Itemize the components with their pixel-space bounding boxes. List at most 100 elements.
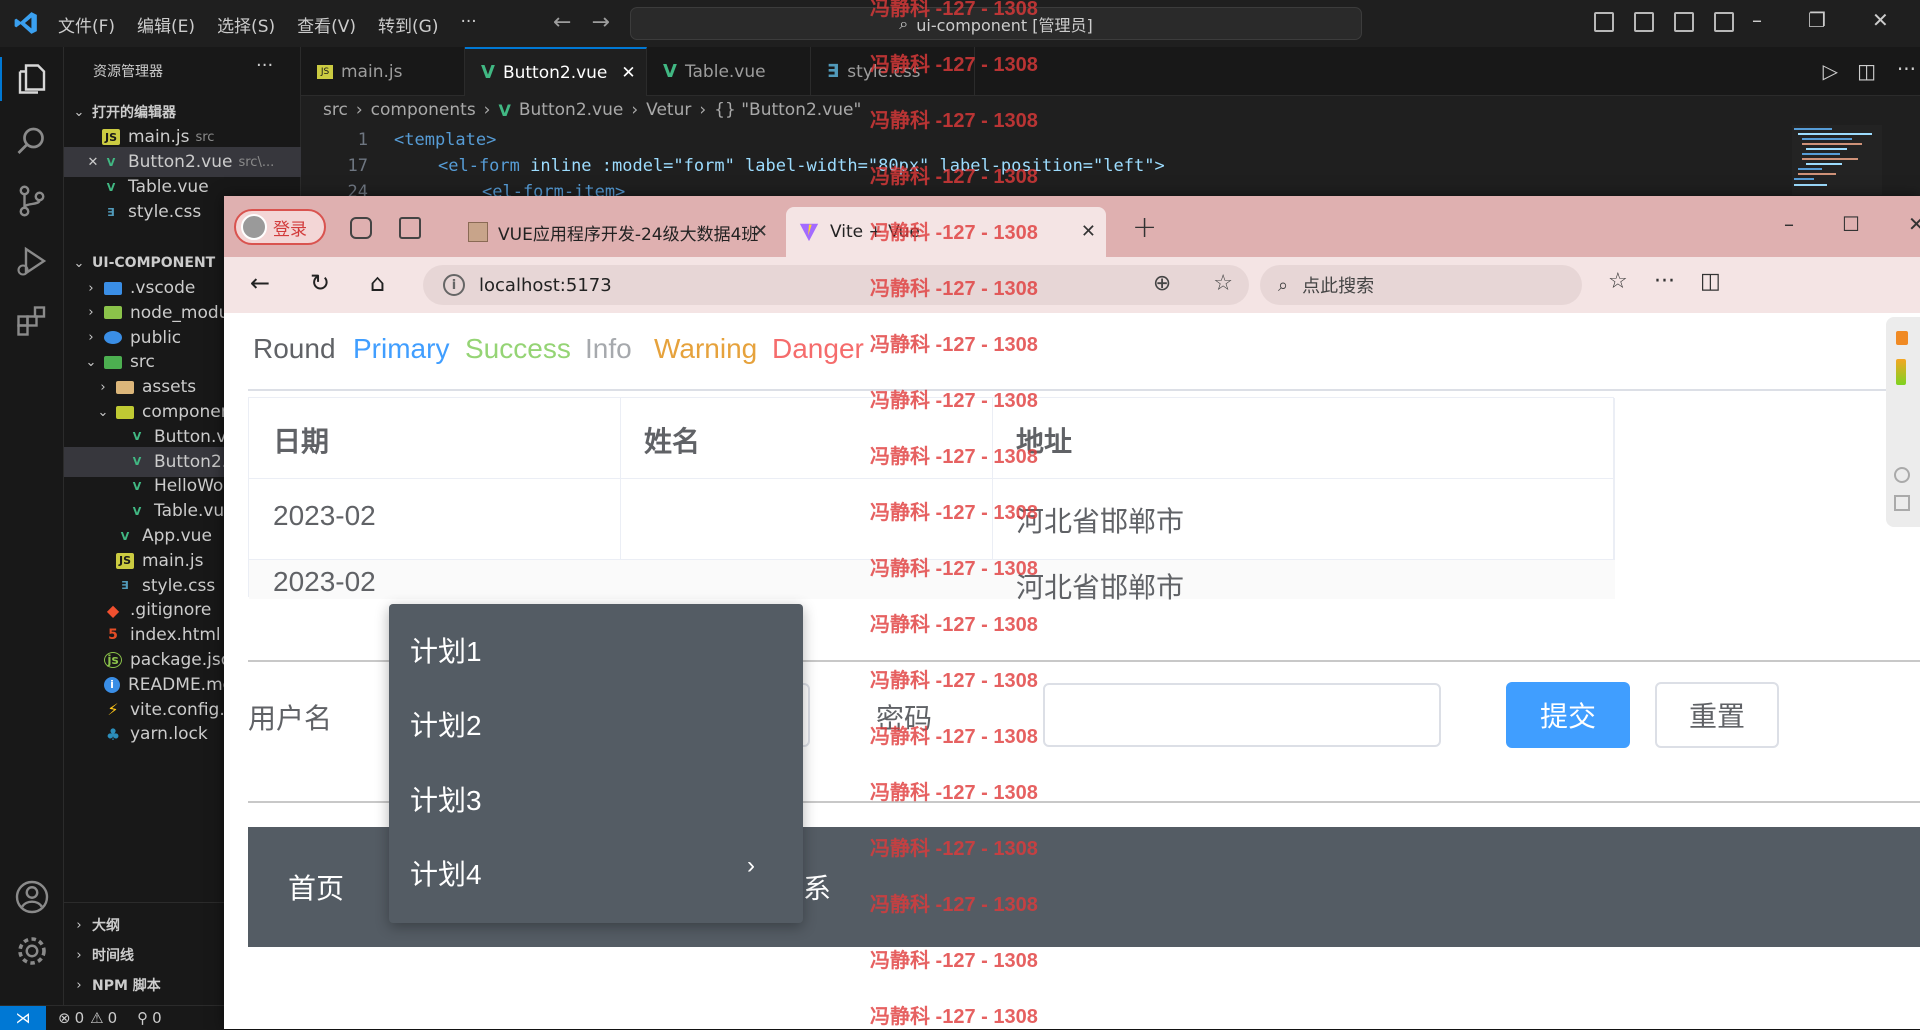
warning-button[interactable]: Warning bbox=[654, 333, 757, 365]
zoom-icon[interactable]: ⊕ bbox=[1153, 271, 1171, 296]
toggle-panel-icon[interactable] bbox=[1634, 12, 1654, 32]
active-indicator bbox=[0, 57, 2, 101]
address-actions: ⊕ ☆ bbox=[1153, 271, 1233, 296]
forward-arrow-icon[interactable]: → bbox=[591, 10, 609, 35]
reset-button[interactable]: 重置 bbox=[1655, 682, 1779, 748]
tab-table-vue[interactable]: V Table.vue bbox=[647, 47, 811, 96]
search-icon[interactable] bbox=[14, 123, 50, 159]
submenu-item-plan1[interactable]: 计划1 bbox=[410, 630, 482, 670]
menu-selection[interactable]: 选择(S) bbox=[217, 12, 275, 37]
home-icon[interactable]: ⌂ bbox=[370, 269, 385, 297]
tab-label: Table.vue bbox=[684, 61, 766, 82]
menu-file[interactable]: 文件(F) bbox=[58, 12, 115, 37]
more-actions-icon[interactable]: ··· bbox=[256, 55, 273, 76]
breadcrumb-src[interactable]: src bbox=[323, 100, 348, 120]
close-icon[interactable]: ✕ bbox=[84, 155, 102, 170]
workspaces-icon[interactable] bbox=[350, 217, 372, 239]
minimap[interactable] bbox=[1792, 125, 1882, 195]
breadcrumb-file[interactable]: Button2.vue bbox=[519, 100, 623, 120]
minimize-icon[interactable]: – bbox=[1784, 212, 1794, 236]
vue-file-icon: V bbox=[132, 479, 142, 493]
data-table: 日期 姓名 地址 2023-02 河北省邯郸市 2023-02 河北省邯郸市 bbox=[248, 397, 1615, 603]
json-file-icon: js bbox=[104, 652, 122, 668]
file-name: index.html bbox=[130, 625, 221, 646]
back-arrow-icon[interactable]: ← bbox=[250, 269, 270, 297]
info-button[interactable]: Info bbox=[585, 333, 632, 365]
tab-button2-vue[interactable]: V Button2.vue ✕ bbox=[465, 47, 647, 96]
remote-indicator-icon[interactable]: ⋊ bbox=[0, 1005, 46, 1030]
ports-icon[interactable]: ⚲ bbox=[137, 1009, 148, 1027]
explorer-icon[interactable] bbox=[14, 61, 50, 97]
file-name: public bbox=[130, 327, 182, 348]
menu-edit[interactable]: 编辑(E) bbox=[137, 12, 195, 37]
address-bar[interactable]: i localhost:5173 ⊕ ☆ bbox=[423, 265, 1249, 305]
sidebar-toggle-icon[interactable]: ◫ bbox=[1700, 269, 1721, 294]
round-button[interactable]: Round bbox=[253, 333, 336, 365]
refresh-icon[interactable]: ↻ bbox=[310, 269, 330, 297]
settings-gear-icon[interactable] bbox=[14, 933, 50, 969]
run-icon[interactable]: ▷ bbox=[1823, 59, 1838, 83]
favorites-icon[interactable]: ☆ bbox=[1608, 269, 1628, 294]
tool-icon[interactable] bbox=[1894, 467, 1910, 483]
account-icon[interactable] bbox=[14, 879, 50, 915]
browser-tab-active[interactable]: Vite + Vue ✕ bbox=[786, 207, 1106, 257]
profile-login-button[interactable]: 登录 bbox=[234, 209, 326, 245]
site-info-icon[interactable]: i bbox=[443, 274, 465, 296]
project-title: UI-COMPONENT bbox=[92, 255, 216, 271]
tab-actions-icon[interactable] bbox=[399, 217, 421, 239]
row-divider bbox=[249, 478, 1615, 479]
code-line[interactable]: <template> bbox=[394, 130, 496, 150]
close-icon[interactable]: ✕ bbox=[1908, 212, 1920, 236]
css-file-icon: ∃ bbox=[121, 579, 129, 593]
nav-item-home[interactable]: 首页 bbox=[288, 867, 344, 907]
extensions-icon[interactable] bbox=[14, 303, 50, 339]
warnings-icon[interactable]: ⚠ bbox=[90, 1009, 103, 1027]
submit-button[interactable]: 提交 bbox=[1506, 682, 1630, 748]
minimize-icon[interactable]: – bbox=[1752, 8, 1762, 32]
warnings-count: 0 bbox=[107, 1008, 118, 1027]
submenu-item-plan2[interactable]: 计划2 bbox=[410, 704, 482, 744]
toggle-sidebar-icon[interactable] bbox=[1594, 12, 1614, 32]
menu-goto[interactable]: 转到(G) bbox=[378, 12, 438, 37]
source-control-icon[interactable] bbox=[14, 183, 50, 219]
favorite-star-icon[interactable]: ☆ bbox=[1213, 271, 1233, 296]
command-center[interactable]: ⌕ ui-component [管理员] bbox=[630, 7, 1362, 40]
success-button[interactable]: Success bbox=[465, 333, 571, 365]
close-icon[interactable]: ✕ bbox=[1872, 8, 1889, 32]
close-tab-icon[interactable]: ✕ bbox=[753, 221, 768, 242]
danger-button[interactable]: Danger bbox=[772, 333, 864, 365]
vue-file-icon: V bbox=[498, 100, 511, 120]
customize-layout-icon[interactable] bbox=[1714, 12, 1734, 32]
browser-search-box[interactable]: ⌕ 点此搜索 bbox=[1260, 265, 1582, 305]
tab-main-js[interactable]: JS main.js bbox=[301, 47, 465, 96]
menu-more[interactable]: ··· bbox=[460, 12, 476, 37]
submenu-item-plan4[interactable]: 计划4 bbox=[410, 853, 482, 893]
chevron-down-icon: ⌄ bbox=[85, 354, 97, 370]
toggle-secondary-sidebar-icon[interactable] bbox=[1674, 12, 1694, 32]
browser-tab[interactable]: VUE应用程序开发-24级大数据4班 ✕ bbox=[456, 207, 778, 257]
close-tab-icon[interactable]: ✕ bbox=[621, 63, 635, 83]
split-editor-icon[interactable]: ◫ bbox=[1857, 59, 1876, 83]
menu-view[interactable]: 查看(V) bbox=[297, 12, 356, 37]
app-icon[interactable] bbox=[1896, 331, 1908, 345]
breadcrumb-components[interactable]: components bbox=[371, 100, 476, 120]
close-tab-icon[interactable]: ✕ bbox=[1081, 221, 1096, 242]
maximize-icon[interactable]: ☐ bbox=[1842, 212, 1860, 236]
tab-title: VUE应用程序开发-24级大数据4班 bbox=[498, 224, 758, 245]
password-input[interactable] bbox=[1043, 683, 1441, 747]
back-arrow-icon[interactable]: ← bbox=[553, 10, 571, 35]
run-debug-icon[interactable] bbox=[14, 243, 50, 279]
restore-icon[interactable]: ❐ bbox=[1808, 8, 1826, 32]
settings-more-icon[interactable]: ··· bbox=[1654, 269, 1675, 294]
breadcrumb-symbol[interactable]: {} "Button2.vue" bbox=[714, 100, 861, 120]
tab-style-css[interactable]: ∃ style.css bbox=[811, 47, 975, 96]
submenu-item-plan3[interactable]: 计划3 bbox=[410, 779, 482, 819]
code-line[interactable]: <el-form inline :model="form" label-widt… bbox=[438, 156, 1165, 176]
primary-button[interactable]: Primary bbox=[353, 333, 449, 365]
more-icon[interactable]: ··· bbox=[1897, 57, 1916, 81]
breadcrumb-vetur[interactable]: Vetur bbox=[646, 100, 691, 120]
new-tab-icon[interactable]: + bbox=[1132, 210, 1157, 245]
tool-icon[interactable] bbox=[1894, 495, 1910, 511]
chevron-right-icon: › bbox=[88, 330, 94, 346]
errors-icon[interactable]: ⊗ bbox=[58, 1009, 71, 1027]
